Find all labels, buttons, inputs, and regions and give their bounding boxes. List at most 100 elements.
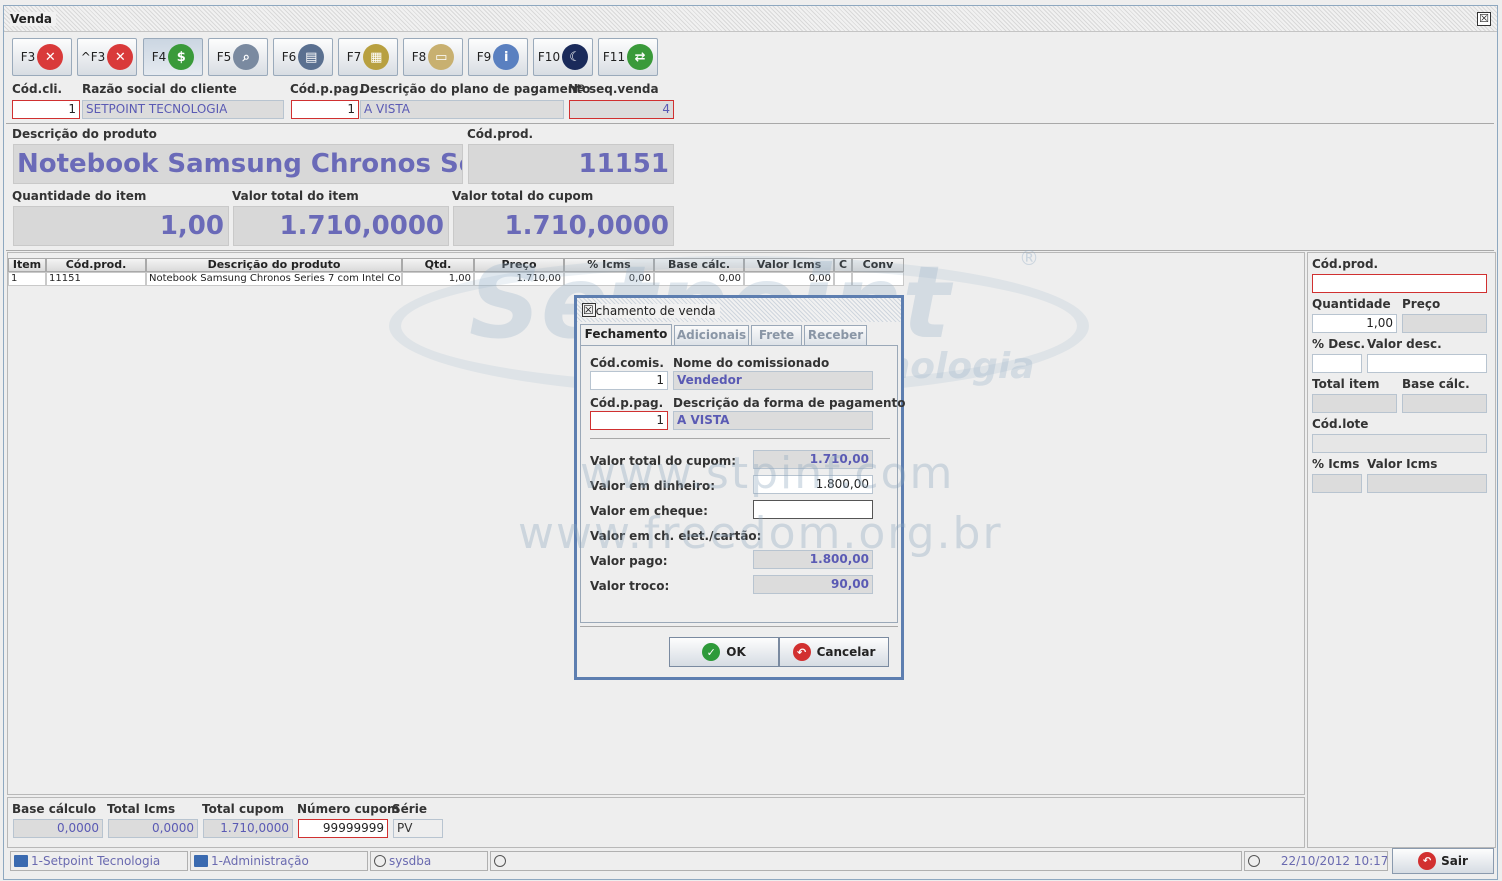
toolbar-button-f6[interactable]: F6 ▤: [273, 38, 333, 76]
table-cell[interactable]: 11151: [46, 272, 146, 286]
rp-qtd-input[interactable]: 1,00: [1312, 314, 1397, 333]
calculator-icon: ▦: [363, 44, 390, 70]
rp-vicms-label: Valor Icms: [1367, 457, 1438, 471]
grid-column-header[interactable]: Cód.prod.: [46, 258, 146, 272]
toolbar-key-label: F11: [602, 50, 626, 64]
status-datetime: 22/10/2012 10:17: [1244, 851, 1388, 871]
exit-icon: ↶: [1418, 852, 1437, 870]
rp-vicms-field: [1367, 474, 1487, 493]
computer-icon: [14, 855, 28, 867]
cod-ppag-label: Cód.p.pag.: [290, 82, 364, 96]
status-user-text: sysdba: [389, 854, 432, 868]
window-title: Venda: [10, 12, 56, 26]
transfer-icon: ⇄: [627, 44, 654, 70]
dialog-titlebar: Fechamento de venda ☒: [577, 298, 901, 322]
status-datetime-text: 22/10/2012 10:17: [1280, 854, 1388, 868]
tab-fechamento[interactable]: Fechamento: [580, 324, 672, 346]
status-company-text: 1-Setpoint Tecnologia: [31, 854, 161, 868]
book-icon: ▭: [428, 44, 455, 70]
rp-preco-field: [1402, 314, 1487, 333]
rp-total-item-field: [1312, 394, 1397, 413]
toolbar-button-f5[interactable]: F5 ⌕: [208, 38, 268, 76]
rp-cod-prod-input[interactable]: [1312, 274, 1487, 293]
table-cell[interactable]: Notebook Samsung Chronos Series 7 com In…: [146, 272, 402, 286]
computer-icon: [194, 855, 208, 867]
cod-ppag-input[interactable]: 1: [291, 100, 359, 119]
toolbar-button-f11[interactable]: F11 ⇄: [598, 38, 658, 76]
tab-adicionais[interactable]: Adicionais: [674, 325, 749, 345]
toolbar-button-f9[interactable]: F9 i: [468, 38, 528, 76]
desc-plano-field: A VISTA: [360, 100, 564, 119]
ft-num-cupom-input[interactable]: 99999999: [298, 819, 388, 838]
cod-cli-input[interactable]: 1: [12, 100, 80, 119]
rp-total-item-label: Total item: [1312, 377, 1380, 391]
toolbar-button-f8[interactable]: F8 ▭: [403, 38, 463, 76]
dlg-cod-comis-label: Cód.comis.: [590, 356, 664, 370]
rp-base-calc-field: [1402, 394, 1487, 413]
rp-pdesc-input[interactable]: [1312, 354, 1362, 373]
rp-cod-lote-label: Cód.lote: [1312, 417, 1369, 431]
dlg-desc-forma-field: A VISTA: [673, 411, 873, 430]
cancel-icon: ✕: [37, 44, 64, 70]
ft-total-cupom-field: 1.710,0000: [203, 819, 293, 838]
money-icon: $: [168, 44, 195, 70]
window-close-icon[interactable]: ☒: [1477, 12, 1491, 26]
toolbar-button-f3[interactable]: F3 ✕: [12, 38, 72, 76]
razao-field: SETPOINT TECNOLOGIA: [82, 100, 284, 119]
dlg-nome-comis-label: Nome do comissionado: [673, 356, 830, 370]
dlg-cod-comis-input[interactable]: 1: [590, 371, 668, 390]
grid-column-header[interactable]: Descrição do produto: [146, 258, 402, 272]
watermark-url-2: www.freedom.org.br: [518, 508, 1003, 559]
toolbar-key-label: ^F3: [80, 50, 106, 64]
dlg-cod-ppag-input[interactable]: 1: [590, 411, 668, 430]
exit-button[interactable]: ↶ Sair: [1392, 848, 1494, 874]
window-titlebar: Venda ☒: [4, 6, 1497, 32]
printer-icon: ▤: [298, 44, 325, 70]
rp-cod-prod-label: Cód.prod.: [1312, 257, 1379, 271]
toolbar-button-f10[interactable]: F10 ☾: [533, 38, 593, 76]
product-desc-label: Descrição do produto: [12, 127, 157, 141]
table-cell[interactable]: 1: [8, 272, 46, 286]
clock-icon: [1248, 855, 1260, 867]
dlg-nome-comis-field: Vendedor: [673, 371, 873, 390]
vtotal-item-display: 1.710,0000: [233, 206, 449, 246]
dialog-close-icon[interactable]: ☒: [582, 303, 596, 317]
tab-receber[interactable]: Receber: [804, 325, 867, 345]
dlg-desc-forma-label: Descrição da forma de pagamento: [673, 396, 906, 410]
rp-picms-label: % Icms: [1312, 457, 1360, 471]
seq-venda-label: Nº seq.venda: [568, 82, 659, 96]
toolbar-key-label: F9: [476, 50, 492, 64]
desc-plano-label: Descrição do plano de pagamento: [360, 82, 591, 96]
status-module: 1-Administração: [190, 851, 368, 871]
rp-picms-field: [1312, 474, 1362, 493]
watermark-url-1: www.stpinf.com: [580, 448, 955, 499]
ft-serie-label: Série: [392, 802, 427, 816]
cancel-button[interactable]: ↶ Cancelar: [779, 637, 889, 667]
toolbar-key-label: F3: [20, 50, 36, 64]
undo-icon: ↶: [792, 643, 811, 661]
cancel-label: Cancelar: [816, 645, 876, 659]
status-info: [490, 851, 1242, 871]
toolbar-button-ctrl-f3[interactable]: ^F3 ✕: [77, 38, 137, 76]
ft-serie-field: PV: [393, 819, 443, 838]
grid-column-header[interactable]: Item: [8, 258, 46, 272]
ft-base-calc-label: Base cálculo: [12, 802, 97, 816]
ok-button[interactable]: ✓ OK: [669, 637, 779, 667]
ft-total-cupom-label: Total cupom: [202, 802, 284, 816]
moon-icon: ☾: [562, 44, 589, 70]
tab-frete[interactable]: Frete: [751, 325, 802, 345]
toolbar-key-label: F10: [537, 50, 561, 64]
info-icon: i: [493, 44, 520, 70]
toolbar-button-f4[interactable]: F4 $: [143, 38, 203, 76]
divider: [6, 123, 1494, 124]
ft-base-calc-field: 0,0000: [13, 819, 103, 838]
rp-cod-lote-field[interactable]: [1312, 434, 1487, 453]
toolbar-key-label: F5: [216, 50, 232, 64]
toolbar-button-f7[interactable]: F7 ▦: [338, 38, 398, 76]
vtotal-cupom-display: 1.710,0000: [453, 206, 674, 246]
rp-vdesc-input[interactable]: [1367, 354, 1487, 373]
cod-cli-label: Cód.cli.: [12, 82, 63, 96]
qtd-item-display: 1,00: [13, 206, 229, 246]
toolbar-key-label: F4: [151, 50, 167, 64]
status-user: sysdba: [370, 851, 488, 871]
